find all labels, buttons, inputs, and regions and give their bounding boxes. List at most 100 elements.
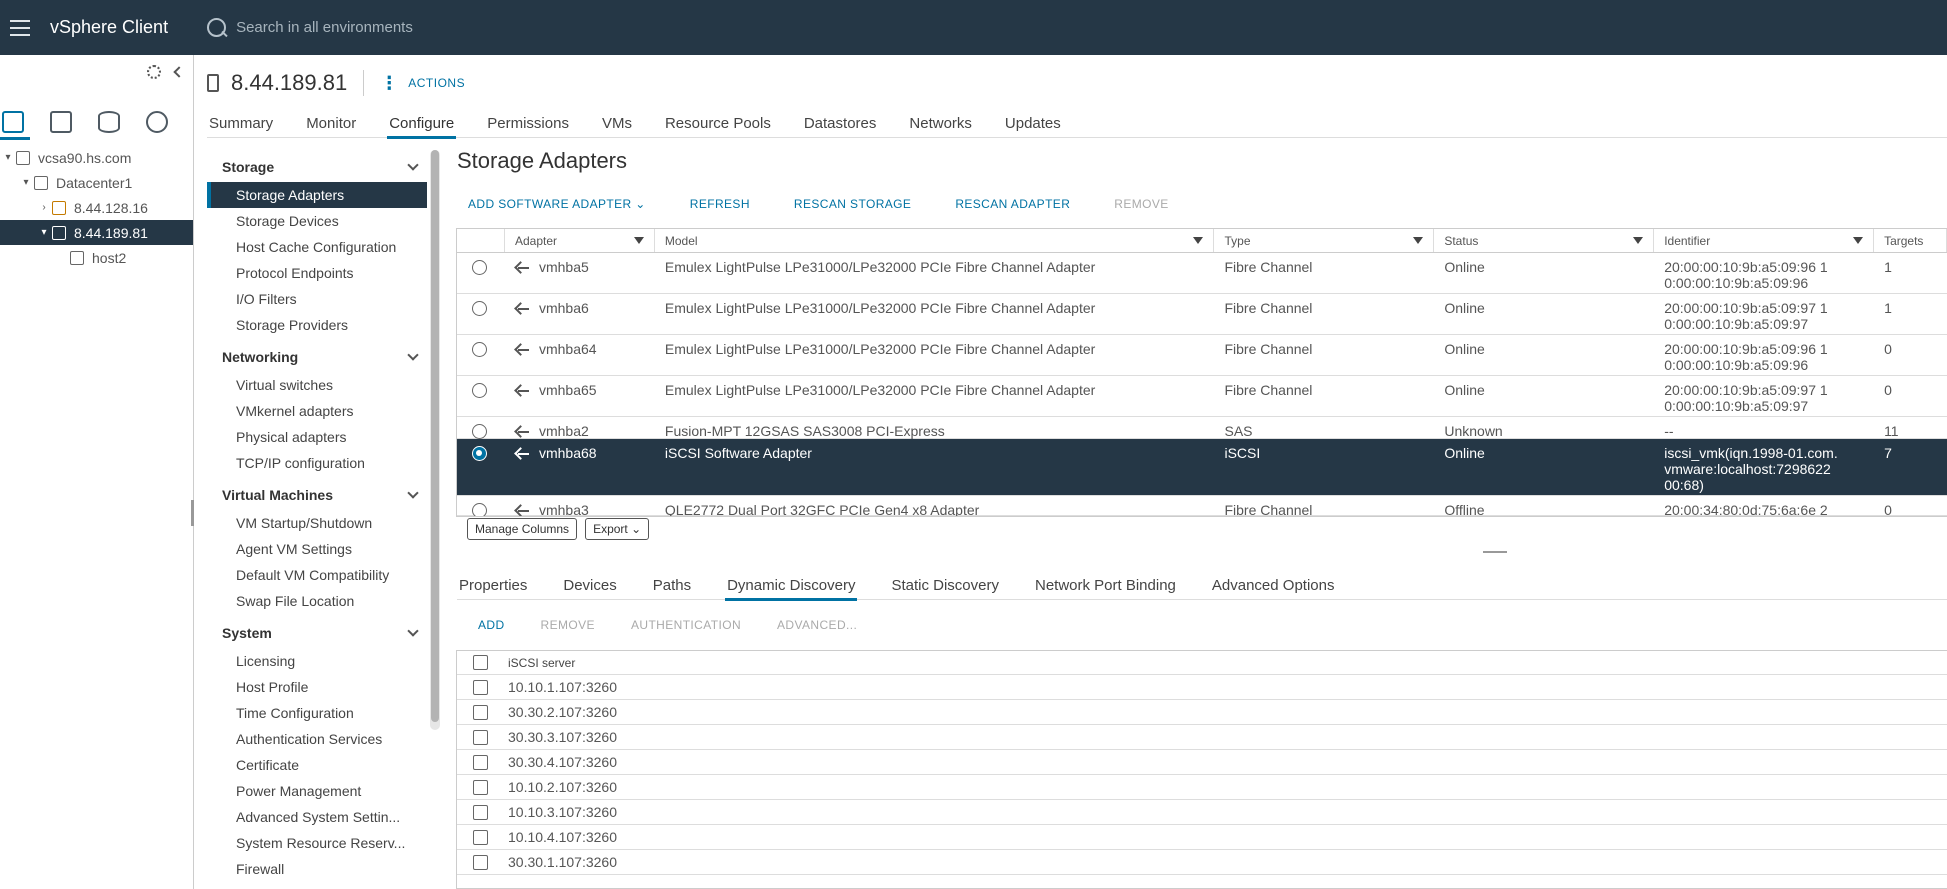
tab-properties[interactable]: Properties xyxy=(457,570,529,600)
nav-item[interactable]: Time Configuration xyxy=(207,700,427,726)
nav-item[interactable]: Host Cache Configuration xyxy=(207,234,427,260)
nav-item[interactable]: System Resource Reserv... xyxy=(207,830,427,856)
tab-network-port-binding[interactable]: Network Port Binding xyxy=(1033,570,1178,600)
nav-item[interactable]: Authentication Services xyxy=(207,726,427,752)
collapse-panel-icon[interactable] xyxy=(173,66,185,78)
tab-resource-pools[interactable]: Resource Pools xyxy=(663,108,773,138)
nav-item[interactable]: Host Profile xyxy=(207,674,427,700)
table-row[interactable]: vmhba64 Emulex LightPulse LPe31000/LPe320… xyxy=(457,335,1947,376)
row-radio[interactable] xyxy=(472,342,487,357)
column-header[interactable]: Status xyxy=(1434,229,1655,252)
expand-caret-icon[interactable]: › xyxy=(36,202,52,213)
nav-item[interactable]: Agent VM Settings xyxy=(207,536,427,562)
remove-button[interactable]: REMOVE xyxy=(1103,195,1179,213)
nav-item[interactable]: I/O Filters xyxy=(207,286,427,312)
row-checkbox[interactable] xyxy=(473,804,488,820)
table-row[interactable]: vmhba6 Emulex LightPulse LPe31000/LPe3200… xyxy=(457,294,1947,335)
row-radio[interactable] xyxy=(472,424,487,439)
tab-monitor[interactable]: Monitor xyxy=(304,108,358,138)
rescan-storage-button[interactable]: RESCAN STORAGE xyxy=(783,195,922,213)
nav-item[interactable]: Virtual switches xyxy=(207,372,427,398)
authentication-button[interactable]: AUTHENTICATION xyxy=(620,616,752,634)
column-header[interactable]: Model xyxy=(655,229,1215,252)
more-vertical-icon[interactable]: ⋮ xyxy=(380,73,398,94)
select-all-checkbox[interactable] xyxy=(473,655,488,670)
table-row[interactable]: vmhba3 QLE2772 Dual Port 32GFC PCIe Gen4 … xyxy=(457,496,1947,516)
filter-icon[interactable] xyxy=(1413,237,1424,244)
filter-icon[interactable] xyxy=(1193,237,1204,244)
tab-dynamic-discovery[interactable]: Dynamic Discovery xyxy=(725,570,858,601)
table-row[interactable]: 30.30.2.107:3260 xyxy=(457,700,1947,725)
row-radio[interactable] xyxy=(472,446,487,461)
table-row[interactable]: 30.30.4.107:3260 xyxy=(457,750,1947,775)
pane-resize-handle[interactable] xyxy=(1483,551,1507,553)
expand-caret-icon[interactable]: ▾ xyxy=(0,152,16,163)
nav-item[interactable]: Firewall xyxy=(207,856,427,882)
tab-advanced-options[interactable]: Advanced Options xyxy=(1210,570,1337,600)
refresh-button[interactable]: REFRESH xyxy=(679,195,761,213)
app-title[interactable]: vSphere Client xyxy=(50,17,168,38)
nav-item[interactable]: Storage Providers xyxy=(207,312,427,338)
row-radio[interactable] xyxy=(472,260,487,275)
table-row[interactable]: 30.30.3.107:3260 xyxy=(457,725,1947,750)
tree-node[interactable]: ▾ vcsa90.hs.com xyxy=(0,145,193,170)
chevron-down-icon[interactable] xyxy=(407,487,419,499)
row-checkbox[interactable] xyxy=(473,754,488,770)
tab-static-discovery[interactable]: Static Discovery xyxy=(889,570,1001,600)
tab-configure[interactable]: Configure xyxy=(387,108,457,139)
row-checkbox[interactable] xyxy=(473,729,488,745)
nav-item[interactable]: Certificate xyxy=(207,752,427,778)
vms-templates-icon[interactable] xyxy=(50,111,72,133)
expand-caret-icon[interactable]: ▾ xyxy=(36,227,52,238)
storage-icon[interactable] xyxy=(98,111,120,133)
column-header[interactable]: Identifier xyxy=(1654,229,1875,252)
column-header[interactable]: Adapter xyxy=(505,229,655,252)
chevron-down-icon[interactable] xyxy=(407,625,419,637)
tab-devices[interactable]: Devices xyxy=(561,570,618,600)
nav-item[interactable]: Swap File Location xyxy=(207,588,427,614)
hosts-clusters-icon[interactable] xyxy=(0,111,30,140)
advanced-button[interactable]: ADVANCED... xyxy=(766,616,868,634)
filter-icon[interactable] xyxy=(1633,237,1644,244)
row-radio[interactable] xyxy=(472,301,487,316)
table-row[interactable]: vmhba65 Emulex LightPulse LPe31000/LPe320… xyxy=(457,376,1947,417)
gear-icon[interactable] xyxy=(147,65,161,79)
row-checkbox[interactable] xyxy=(473,679,488,695)
search-input[interactable] xyxy=(236,19,537,36)
table-row[interactable]: 10.10.2.107:3260 xyxy=(457,775,1947,800)
nav-item[interactable]: VM Startup/Shutdown xyxy=(207,510,427,536)
menu-icon[interactable] xyxy=(2,0,38,55)
add-software-adapter-button[interactable]: ADD SOFTWARE ADAPTER ⌄ xyxy=(457,195,657,213)
chevron-down-icon[interactable] xyxy=(407,349,419,361)
nav-section-virtual-machines[interactable]: Virtual Machines xyxy=(207,480,427,510)
nav-item[interactable]: Physical adapters xyxy=(207,424,427,450)
actions-button[interactable]: ACTIONS xyxy=(408,76,465,90)
nav-item[interactable]: Licensing xyxy=(207,648,427,674)
tree-node[interactable]: ▾ Datacenter1 xyxy=(0,170,193,195)
table-row[interactable]: vmhba2 Fusion-MPT 12GSAS SAS3008 PCI-Expr… xyxy=(457,417,1947,439)
tab-networks[interactable]: Networks xyxy=(907,108,974,138)
nav-item[interactable]: VMkernel adapters xyxy=(207,398,427,424)
nav-section-networking[interactable]: Networking xyxy=(207,342,427,372)
export-button[interactable]: Export ⌄ xyxy=(585,518,650,540)
tree-node[interactable]: host2 xyxy=(0,245,193,270)
nav-item[interactable]: Protocol Endpoints xyxy=(207,260,427,286)
row-checkbox[interactable] xyxy=(473,779,488,795)
global-search[interactable] xyxy=(206,17,537,39)
column-header[interactable]: Type xyxy=(1214,229,1435,252)
panel-resizer[interactable] xyxy=(191,500,194,526)
column-header[interactable]: Targets xyxy=(1874,229,1947,252)
networking-icon[interactable] xyxy=(146,111,168,133)
row-radio[interactable] xyxy=(472,383,487,398)
remove-button[interactable]: REMOVE xyxy=(530,616,606,634)
nav-item[interactable]: Power Management xyxy=(207,778,427,804)
tab-summary[interactable]: Summary xyxy=(207,108,275,138)
search-icon[interactable] xyxy=(206,17,228,39)
manage-columns-button[interactable]: Manage Columns xyxy=(467,518,578,540)
row-checkbox[interactable] xyxy=(473,829,488,845)
chevron-down-icon[interactable] xyxy=(407,159,419,171)
nav-section-system[interactable]: System xyxy=(207,618,427,648)
filter-icon[interactable] xyxy=(1853,237,1864,244)
nav-item[interactable]: Advanced System Settin... xyxy=(207,804,427,830)
row-checkbox[interactable] xyxy=(473,854,488,870)
